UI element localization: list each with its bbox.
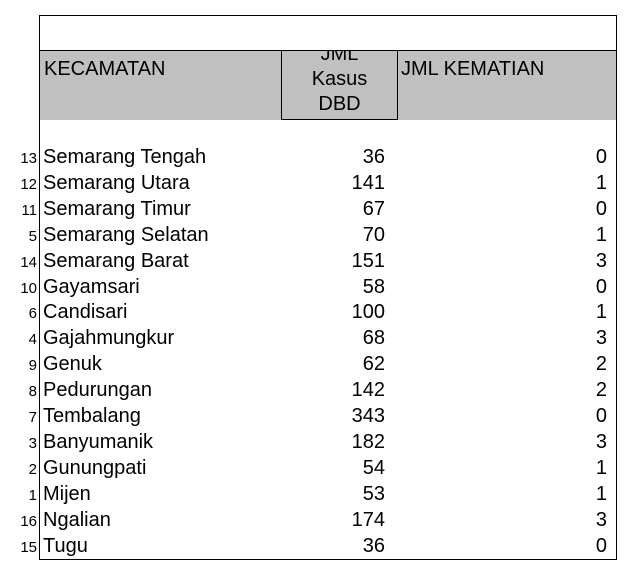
kasus-value: 68: [362, 327, 385, 350]
kasus-value: 53: [362, 482, 385, 505]
kematian-value: 0: [595, 197, 607, 220]
table-row: 10 Gayamsari 58 0: [0, 276, 641, 302]
kasus-value: 141: [351, 171, 385, 194]
row-number: 3: [28, 434, 37, 452]
kematian-value: 2: [595, 353, 607, 376]
header-kasus-line1: JML: [320, 50, 359, 65]
row-number: 7: [28, 409, 37, 426]
table-row: 11 Semarang Timur 67 0: [0, 198, 641, 224]
kematian-value: 1: [595, 223, 607, 246]
kematian-value: 1: [595, 482, 607, 505]
kematian-value: 1: [595, 456, 607, 479]
kematian-value: 0: [595, 534, 607, 557]
kematian-value: 3: [595, 327, 607, 350]
table-row: 15 Tugu 36 0: [0, 535, 641, 561]
row-number: 13: [20, 150, 37, 167]
table-row: 5 Semarang Selatan 70 1: [0, 224, 641, 250]
kasus-value: 100: [351, 301, 385, 324]
header-kasus: JML Kasus DBD: [282, 50, 397, 117]
header-kasus-line2: Kasus: [311, 68, 368, 90]
kasus-value: 343: [351, 405, 385, 427]
kecamatan-name: Gayamsari: [43, 275, 140, 298]
table-row: 8 Pedurungan 142 2: [0, 379, 641, 405]
table-row: 3 Banyumanik 182 3: [0, 431, 641, 457]
kematian-value: 2: [595, 379, 607, 402]
table-row: 14 Semarang Barat 151 3: [0, 250, 641, 276]
table-row: 12 Semarang Utara 141 1: [0, 172, 641, 198]
row-number: 12: [20, 175, 37, 193]
row-number: 8: [28, 383, 37, 401]
kasus-value: 174: [351, 508, 385, 531]
row-number: 5: [28, 227, 37, 245]
row-number: 16: [20, 512, 37, 530]
row-number: 10: [20, 279, 37, 297]
table-row: 13 Semarang Tengah 36 0: [0, 146, 641, 172]
table-row: 1 Mijen 53 1: [0, 483, 641, 509]
kecamatan-name: Semarang Tengah: [43, 146, 207, 168]
kecamatan-name: Semarang Selatan: [43, 223, 209, 246]
kematian-value: 0: [595, 405, 607, 427]
table-row: 16 Ngalian 174 3: [0, 509, 641, 535]
table-row: 2 Gunungpati 54 1: [0, 457, 641, 483]
table-row: 7 Tembalang 343 0: [0, 405, 641, 431]
table-row: 6 Candisari 100 1: [0, 301, 641, 327]
kecamatan-name: Candisari: [43, 301, 128, 324]
kecamatan-name: Gajahmungkur: [43, 327, 175, 350]
kasus-value: 151: [351, 249, 385, 272]
kasus-value: 54: [362, 456, 385, 479]
row-number: 15: [20, 538, 37, 556]
kecamatan-name: Gunungpati: [43, 456, 147, 479]
row-number: 1: [28, 486, 37, 504]
kasus-value: 62: [362, 353, 385, 376]
header-kecamatan: KECAMATAN: [44, 58, 166, 80]
kasus-value: 70: [362, 223, 385, 246]
kematian-value: 0: [595, 146, 607, 168]
row-number: 4: [28, 331, 37, 349]
row-number: 11: [21, 201, 37, 219]
kematian-value: 1: [595, 301, 607, 324]
kecamatan-name: Pedurungan: [43, 379, 152, 402]
kasus-value: 142: [351, 379, 385, 402]
kecamatan-name: Banyumanik: [43, 430, 154, 453]
table-row: 4 Gajahmungkur 68 3: [0, 327, 641, 353]
row-number: 2: [28, 460, 37, 478]
kecamatan-name: Tugu: [43, 534, 88, 557]
blank-title-cell: [39, 15, 617, 51]
kecamatan-name: Semarang Barat: [43, 249, 189, 272]
header-kasus-cell: JML Kasus DBD: [281, 50, 398, 120]
kematian-value: 3: [595, 430, 607, 453]
row-number: 14: [20, 253, 37, 271]
header-kematian: JML KEMATIAN: [401, 58, 545, 80]
kasus-value: 36: [362, 146, 385, 168]
kasus-value: 67: [362, 197, 385, 220]
kasus-value: 58: [362, 275, 385, 298]
kecamatan-name: Tembalang: [43, 405, 141, 427]
kasus-value: 182: [351, 430, 385, 453]
kecamatan-name: Genuk: [43, 353, 102, 376]
kematian-value: 3: [595, 249, 607, 272]
row-number: 6: [28, 305, 37, 323]
kematian-value: 1: [595, 171, 607, 194]
kematian-value: 0: [595, 275, 607, 298]
kecamatan-name: Semarang Timur: [43, 197, 191, 220]
kecamatan-name: Semarang Utara: [43, 171, 190, 194]
kematian-value: 3: [595, 508, 607, 531]
kasus-value: 36: [362, 534, 385, 557]
kecamatan-name: Ngalian: [43, 508, 111, 531]
kecamatan-name: Mijen: [43, 482, 91, 505]
table-row: 9 Genuk 62 2: [0, 353, 641, 379]
row-number: 9: [28, 357, 37, 375]
header-kasus-line3: DBD: [318, 93, 361, 115]
